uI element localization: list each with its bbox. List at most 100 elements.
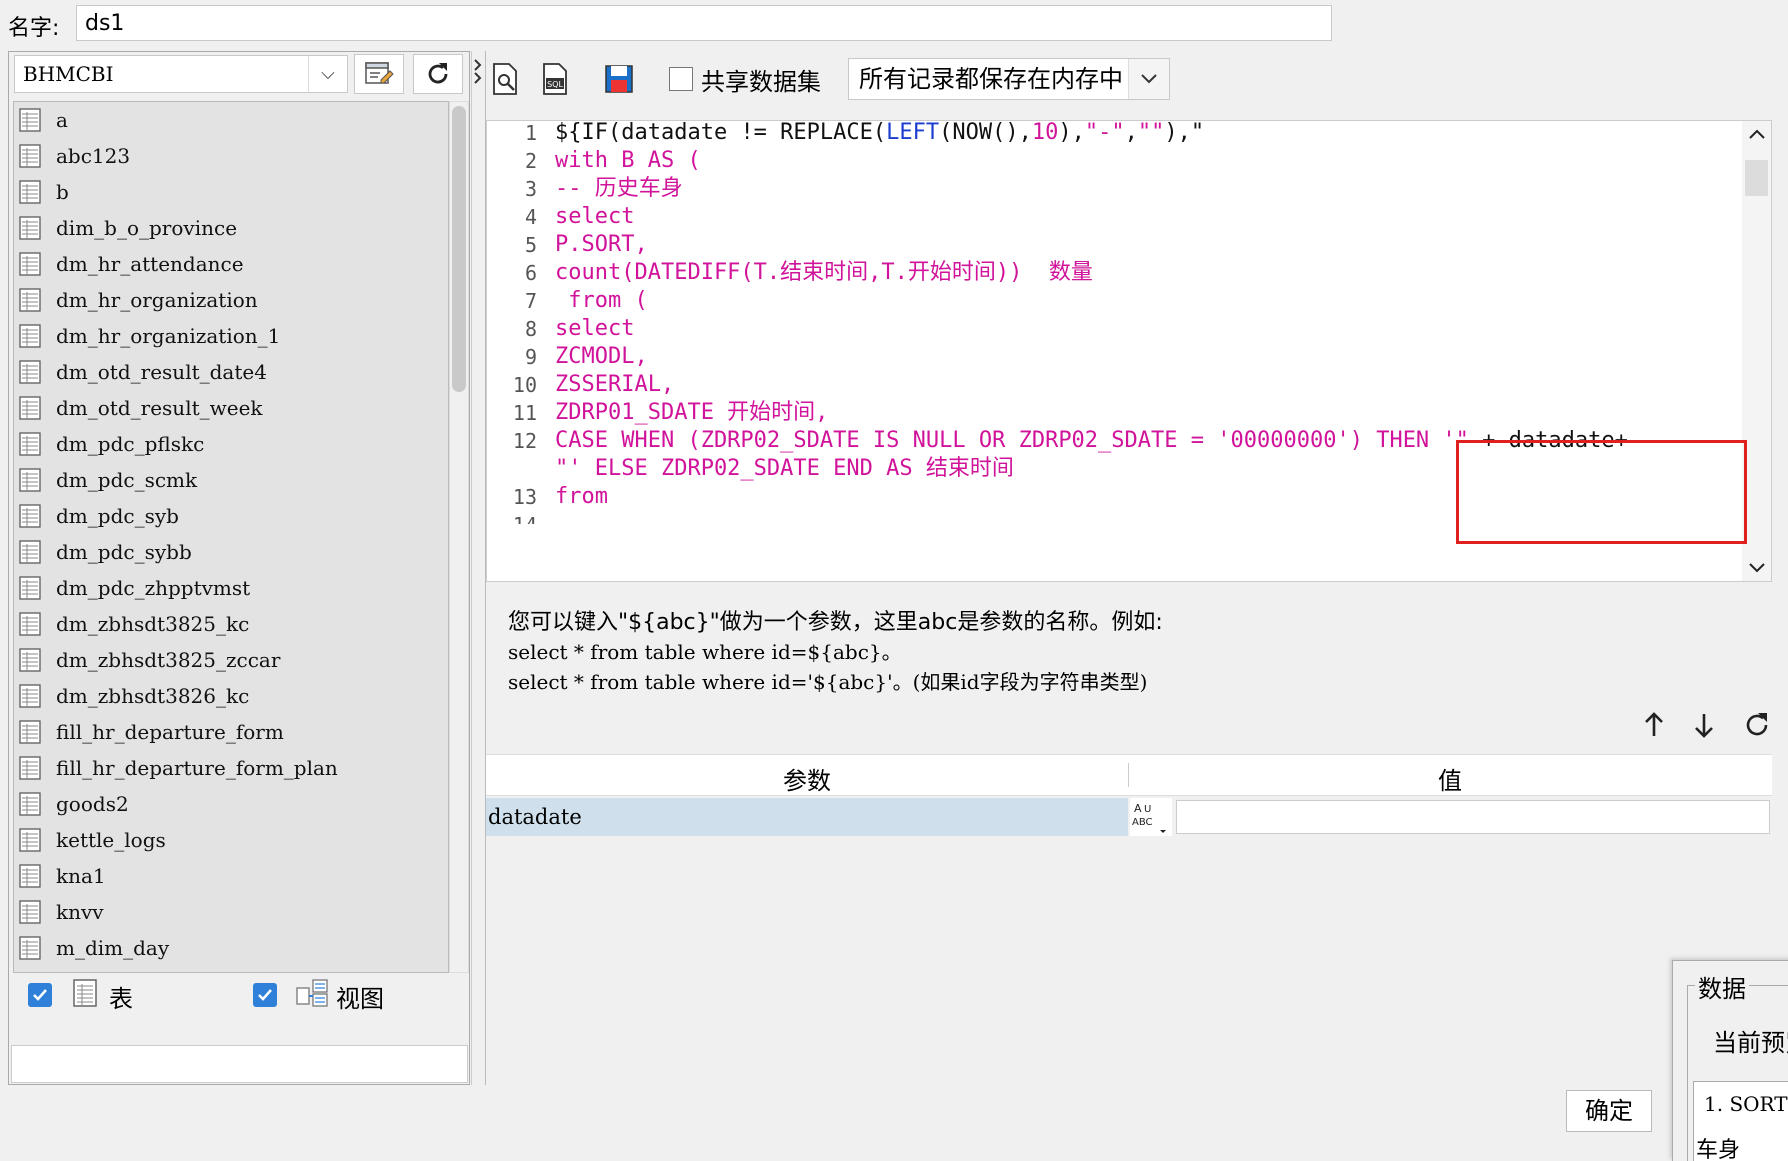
param-value-input[interactable] <box>1176 800 1770 834</box>
table-name: kna1 <box>56 864 106 888</box>
table-list-item[interactable]: a <box>14 102 448 138</box>
ok-button[interactable]: 确定 <box>1566 1090 1652 1132</box>
table-name: dm_pdc_sybb <box>56 540 192 564</box>
code-text: from ( <box>555 286 647 316</box>
code-token: ZDRP01_SDATE 开始时间, <box>555 400 829 425</box>
table-list-item[interactable]: dm_hr_organization_1 <box>14 318 448 354</box>
table-list-item[interactable]: abc123 <box>14 138 448 174</box>
code-text: -- 历史车身 <box>555 174 683 204</box>
arrow-down-icon[interactable] <box>1692 710 1716 740</box>
code-line[interactable]: 13 from <box>487 482 608 512</box>
code-line[interactable]: 7 from ( <box>487 286 648 316</box>
sql-edit-button[interactable] <box>354 54 404 94</box>
code-line[interactable]: "' ELSE ZDRP02_SDATE END AS 结束时间 <box>487 454 1014 484</box>
code-line[interactable]: 5 P.SORT, <box>487 230 648 260</box>
preview-icon[interactable] <box>491 62 521 96</box>
database-select-value: BHMCBI <box>23 62 114 86</box>
view-filter-checkbox[interactable] <box>253 983 277 1007</box>
table-search-input[interactable] <box>11 1045 468 1083</box>
code-token: , <box>1124 120 1138 145</box>
scroll-down-icon[interactable] <box>1748 561 1766 575</box>
table-icon <box>19 900 41 924</box>
name-input[interactable]: ds1 <box>76 5 1332 41</box>
code-token: select <box>555 204 635 229</box>
save-icon[interactable] <box>602 62 636 96</box>
table-list-item[interactable]: fill_hr_departure_form <box>14 714 448 750</box>
data-panel-table: 1. SORT( 车身 <box>1693 1081 1788 1161</box>
table-icon <box>19 468 41 492</box>
code-token: datadate != REPLACE( <box>621 120 887 145</box>
table-name: dm_zbhsdt3826_kc <box>56 684 250 708</box>
code-line[interactable]: 10 ZSSERIAL, <box>487 370 674 400</box>
table-list-item[interactable]: dm_hr_organization <box>14 282 448 318</box>
table-icon <box>73 979 97 1007</box>
table-filter-label: 表 <box>109 985 133 1013</box>
arrow-up-icon[interactable] <box>1642 710 1666 740</box>
table-list-item[interactable]: dim_b_o_province <box>14 210 448 246</box>
code-line[interactable]: 6 count(DATEDIFF(T.结束时间,T.开始时间)) 数量 <box>487 258 1093 288</box>
panel-splitter[interactable] <box>471 51 485 1085</box>
table-list-item[interactable]: fill_hr_departure_form_plan <box>14 750 448 786</box>
scroll-up-icon[interactable] <box>1748 127 1766 141</box>
code-line[interactable]: 12 CASE WHEN (ZDRP02_SDATE IS NULL OR ZDR… <box>487 426 1628 456</box>
code-token: CASE WHEN (ZDRP02_SDATE IS NULL OR ZDRP0… <box>555 428 1483 453</box>
table-list-item[interactable]: knvv <box>14 894 448 930</box>
database-select[interactable]: BHMCBI ⌵ <box>14 55 348 93</box>
table-list-item[interactable]: dm_pdc_pflskc <box>14 426 448 462</box>
data-panel-title: 数据 <box>1695 969 1749 1004</box>
memory-mode-select[interactable]: 所有记录都保存在内存中 <box>848 58 1170 100</box>
table-name: dm_pdc_pflskc <box>56 432 205 456</box>
share-dataset-checkbox[interactable] <box>669 67 693 91</box>
chevron-down-icon[interactable] <box>1128 59 1169 99</box>
scrollbar-thumb[interactable] <box>1745 160 1768 196</box>
table-list-item[interactable]: dm_zbhsdt3825_kc <box>14 606 448 642</box>
table-filter-checkbox[interactable] <box>28 983 52 1007</box>
line-number: 3 <box>524 177 537 201</box>
code-line[interactable]: 2 with B AS ( <box>487 146 701 176</box>
code-line[interactable]: 1 ${IF(datadate != REPLACE(LEFT(NOW(),10)… <box>487 118 1204 148</box>
table-list-item[interactable]: dm_pdc_zhpptvmst <box>14 570 448 606</box>
table-list-item[interactable]: b <box>14 174 448 210</box>
code-line[interactable]: 9 ZCMODL, <box>487 342 648 372</box>
view-icon <box>296 979 328 1007</box>
table-icon <box>19 576 41 600</box>
table-list-item[interactable]: dm_pdc_scmk <box>14 462 448 498</box>
chevron-down-icon[interactable]: ⌵ <box>308 56 347 92</box>
table-list-item[interactable]: dm_otd_result_week <box>14 390 448 426</box>
table-list-item[interactable]: dm_zbhsdt3825_zccar <box>14 642 448 678</box>
sql-file-icon[interactable]: SQL <box>541 62 571 96</box>
code-token: -- 历史车身 <box>555 176 683 201</box>
table-list-item[interactable]: kna1 <box>14 858 448 894</box>
sql-edit-icon <box>365 62 394 84</box>
table-list-item[interactable]: dm_hr_attendance <box>14 246 448 282</box>
refresh-icon <box>428 63 448 84</box>
code-token: ), <box>1058 120 1085 145</box>
param-row[interactable]: datadate <box>486 798 1128 836</box>
table-name: fill_hr_departure_form_plan <box>56 756 338 780</box>
line-number: 9 <box>524 345 537 369</box>
scrollbar-thumb[interactable] <box>452 106 466 392</box>
table-list-item[interactable]: dm_otd_result_date4 <box>14 354 448 390</box>
table-list-item[interactable]: dm_pdc_syb <box>14 498 448 534</box>
table-name: goods2 <box>56 792 129 816</box>
string-type-icon[interactable]: A U ABC <box>1130 798 1172 836</box>
table-name: dm_pdc_syb <box>56 504 179 528</box>
code-line[interactable]: 3 -- 历史车身 <box>487 174 683 204</box>
code-token: ZSSERIAL, <box>555 372 675 397</box>
table-list-item[interactable]: dm_pdc_sybb <box>14 534 448 570</box>
table-name: a <box>56 108 68 132</box>
code-line[interactable]: 14ZHPPTVMPP <box>487 510 537 524</box>
table-list-item[interactable]: goods2 <box>14 786 448 822</box>
table-list-item[interactable]: m_dim_day <box>14 930 448 966</box>
param-table-body <box>486 838 1772 1084</box>
table-list-item[interactable]: kettle_logs <box>14 822 448 858</box>
param-hint-line1: 您可以键入"${abc}"做为一个参数，这里abc是参数的名称。例如: <box>508 610 1163 635</box>
refresh-icon[interactable] <box>1742 710 1772 740</box>
code-line[interactable]: 8 select <box>487 314 635 344</box>
param-hint-line2: select * from table where id=${abc}。 <box>508 640 902 664</box>
refresh-button[interactable] <box>413 54 463 94</box>
table-list-item[interactable]: dm_zbhsdt3826_kc <box>14 678 448 714</box>
collapse-arrows-icon[interactable] <box>472 57 484 87</box>
code-line[interactable]: 11 ZDRP01_SDATE 开始时间, <box>487 398 829 428</box>
code-line[interactable]: 4 select <box>487 202 635 232</box>
